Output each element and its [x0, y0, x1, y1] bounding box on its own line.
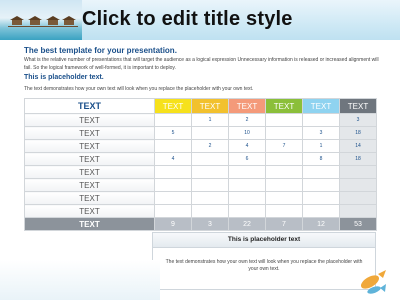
total-cell[interactable]: 22 — [228, 217, 266, 231]
table-cell[interactable] — [154, 178, 192, 192]
table-cell[interactable]: 3 — [302, 126, 340, 140]
table-cell[interactable]: 4 — [154, 152, 192, 166]
row-label[interactable]: TEXT — [24, 178, 155, 192]
column-header[interactable]: TEXT — [302, 98, 340, 114]
table-cell[interactable] — [302, 178, 340, 192]
table-cell[interactable]: 18 — [339, 126, 377, 140]
info-box-heading: This is placeholder text — [153, 233, 375, 248]
hut-icon — [10, 16, 24, 25]
table-cell[interactable] — [191, 152, 229, 166]
table-cell[interactable]: 3 — [339, 113, 377, 127]
row-label[interactable]: TEXT — [24, 152, 155, 166]
table-row: TEXT — [24, 165, 377, 179]
table-cell[interactable]: 6 — [228, 152, 266, 166]
table-cell[interactable] — [265, 126, 303, 140]
table-cell[interactable] — [265, 113, 303, 127]
column-header[interactable]: TEXT — [154, 98, 192, 114]
table-cell[interactable] — [154, 204, 192, 218]
table-cell[interactable] — [228, 204, 266, 218]
fish-icon — [360, 270, 386, 294]
hut-icon — [62, 16, 76, 25]
table-cell[interactable] — [339, 204, 377, 218]
column-header[interactable]: TEXT — [339, 98, 377, 114]
table-cell[interactable]: 4 — [228, 139, 266, 153]
table-header-row: TEXT TEXT TEXT TEXT TEXT TEXT TEXT — [24, 98, 377, 114]
table-row: TEXT 2 4 7 1 14 — [24, 139, 377, 153]
table-cell[interactable] — [154, 113, 192, 127]
row-label[interactable]: TEXT — [24, 126, 155, 140]
table-cell[interactable]: 14 — [339, 139, 377, 153]
total-cell[interactable]: 3 — [191, 217, 229, 231]
table-cell[interactable]: 7 — [265, 139, 303, 153]
table-cell[interactable] — [302, 191, 340, 205]
table-cell[interactable] — [302, 165, 340, 179]
header-cell[interactable]: TEXT — [24, 98, 155, 114]
table-cell[interactable] — [154, 191, 192, 205]
table-cell[interactable] — [302, 113, 340, 127]
hut-icon — [46, 16, 60, 25]
table-cell[interactable] — [191, 191, 229, 205]
table-cell[interactable]: 1 — [191, 113, 229, 127]
table-total-row: TEXT 9 3 22 7 12 53 — [24, 217, 377, 231]
table-cell[interactable] — [265, 152, 303, 166]
total-cell[interactable]: 12 — [302, 217, 340, 231]
table-cell[interactable] — [265, 165, 303, 179]
table-cell[interactable]: 18 — [339, 152, 377, 166]
table-row: TEXT — [24, 204, 377, 218]
column-header[interactable]: TEXT — [228, 98, 266, 114]
table-cell[interactable]: 2 — [191, 139, 229, 153]
table-cell[interactable] — [265, 204, 303, 218]
table-cell[interactable] — [191, 126, 229, 140]
table-row: TEXT 1 2 3 — [24, 113, 377, 127]
total-cell[interactable]: 7 — [265, 217, 303, 231]
hut-icon — [28, 16, 42, 25]
table-cell[interactable]: 8 — [302, 152, 340, 166]
row-label[interactable]: TEXT — [24, 165, 155, 179]
total-label[interactable]: TEXT — [24, 217, 155, 231]
table-cell[interactable] — [191, 178, 229, 192]
row-label[interactable]: TEXT — [24, 191, 155, 205]
column-header[interactable]: TEXT — [265, 98, 303, 114]
table-cell[interactable]: 10 — [228, 126, 266, 140]
table-cell[interactable] — [154, 139, 192, 153]
placeholder-heading[interactable]: This is placeholder text. — [24, 74, 104, 81]
table-cell[interactable] — [228, 178, 266, 192]
table-cell[interactable]: 2 — [228, 113, 266, 127]
table-row: TEXT 4 6 8 18 — [24, 152, 377, 166]
table-cell[interactable] — [228, 191, 266, 205]
table-cell[interactable] — [339, 165, 377, 179]
table-cell[interactable] — [339, 191, 377, 205]
total-cell[interactable]: 53 — [339, 217, 377, 231]
table-row: TEXT — [24, 178, 377, 192]
row-label[interactable]: TEXT — [24, 113, 155, 127]
table-cell[interactable] — [154, 165, 192, 179]
placeholder-body[interactable]: The text demonstrates how your own text … — [24, 86, 384, 92]
slide: Click to edit title style The best templ… — [0, 0, 400, 300]
table-row: TEXT 5 10 3 18 — [24, 126, 377, 140]
info-box[interactable]: This is placeholder text The text demons… — [152, 232, 376, 290]
table-cell[interactable]: 1 — [302, 139, 340, 153]
slide-subtitle[interactable]: The best template for your presentation. — [24, 46, 177, 55]
table-cell[interactable]: 5 — [154, 126, 192, 140]
total-cell[interactable]: 9 — [154, 217, 192, 231]
table-cell[interactable] — [339, 178, 377, 192]
table-row: TEXT — [24, 191, 377, 205]
table-cell[interactable] — [228, 165, 266, 179]
column-header[interactable]: TEXT — [191, 98, 229, 114]
table-cell[interactable] — [191, 165, 229, 179]
table-cell[interactable] — [265, 191, 303, 205]
table-cell[interactable] — [265, 178, 303, 192]
info-box-body: The text demonstrates how your own text … — [165, 259, 363, 272]
row-label[interactable]: TEXT — [24, 204, 155, 218]
table-cell[interactable] — [302, 204, 340, 218]
row-label[interactable]: TEXT — [24, 139, 155, 153]
water-decoration — [0, 260, 160, 300]
pier — [8, 26, 78, 27]
slide-title[interactable]: Click to edit title style — [82, 8, 293, 31]
data-table[interactable]: TEXT TEXT TEXT TEXT TEXT TEXT TEXT TEXT 1 2 3 TEXT 5… — [24, 98, 377, 231]
resort-photo — [0, 0, 82, 40]
table-cell[interactable] — [191, 204, 229, 218]
intro-text[interactable]: What is the relative number of presentat… — [24, 56, 384, 72]
